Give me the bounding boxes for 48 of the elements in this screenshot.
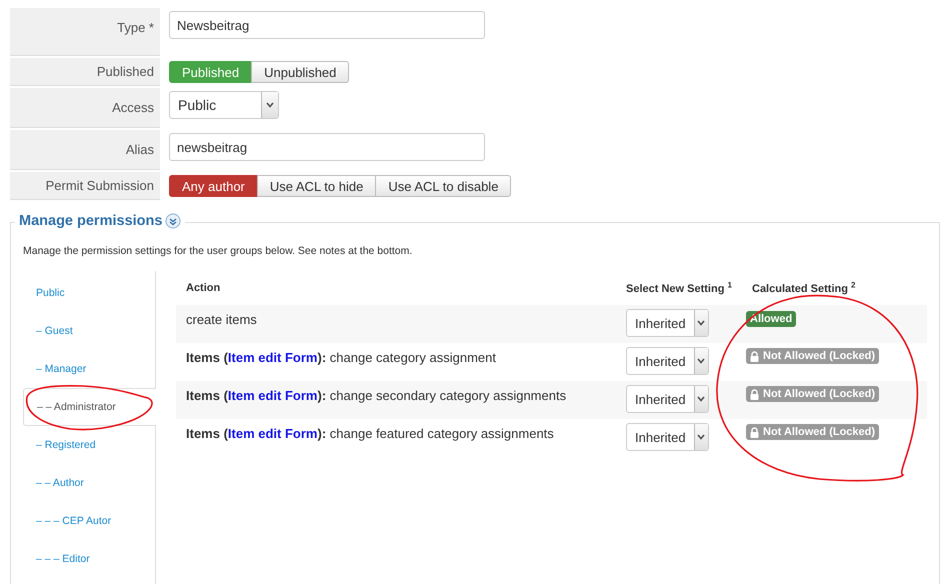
- field-label: Access: [10, 88, 160, 128]
- toggle-button[interactable]: Use ACL to hide: [256, 175, 376, 197]
- action-label: Items (Item edit Form): change secondary category assignments: [186, 388, 566, 403]
- column-header: Action: [186, 282, 220, 294]
- toggle-button[interactable]: Unpublished: [251, 61, 350, 83]
- group-tab[interactable]: Public: [23, 274, 155, 312]
- lock-icon: [750, 350, 759, 362]
- group-tab[interactable]: – Manager: [23, 350, 155, 388]
- toggle-button[interactable]: Any author: [169, 175, 258, 197]
- group-tab[interactable]: – Guest: [23, 312, 155, 350]
- chevron-down-icon: [697, 358, 706, 364]
- text-input[interactable]: Newsbeitrag: [169, 11, 485, 39]
- group-tab[interactable]: – – Author: [23, 464, 155, 502]
- lock-icon: [750, 426, 759, 438]
- form-link[interactable]: Item edit Form: [228, 388, 318, 403]
- action-label: Items (Item edit Form): change category assignment: [186, 350, 496, 365]
- setting-select[interactable]: Inherited: [626, 309, 709, 337]
- chevron-down-icon: [697, 396, 706, 402]
- field-label: Permit Submission: [10, 172, 160, 200]
- chevron-down-icon: [697, 320, 706, 326]
- text-input[interactable]: newsbeitrag: [169, 133, 485, 161]
- column-header: Calculated Setting $^{2}$: [752, 283, 856, 296]
- lock-icon: [750, 388, 759, 400]
- access-select[interactable]: Public: [169, 91, 279, 119]
- field-label: Published: [10, 58, 160, 86]
- column-header: Select New Setting $^{1}$: [626, 283, 732, 296]
- group-tab[interactable]: – – – Editor: [23, 540, 155, 578]
- group-tab[interactable]: – – – CEP Autor: [23, 502, 155, 540]
- group-tab[interactable]: – Registered: [23, 426, 155, 464]
- action-label: create items: [186, 312, 257, 327]
- action-label: Items (Item edit Form): change featured category assignments: [186, 426, 554, 441]
- chevron-down-icon: [266, 102, 274, 108]
- form-link[interactable]: Item edit Form: [228, 426, 318, 441]
- field-label: Type *: [10, 8, 160, 56]
- toggle-button[interactable]: Use ACL to disable: [375, 175, 512, 197]
- setting-select[interactable]: Inherited: [626, 423, 709, 451]
- status-badge: Not Allowed (Locked): [746, 348, 880, 364]
- description-text: Manage the permission settings for the user groups below. See notes at the bottom.: [23, 245, 414, 257]
- form-link[interactable]: Item edit Form: [228, 350, 318, 365]
- status-badge: Not Allowed (Locked): [746, 424, 880, 440]
- field-label: Alias: [10, 130, 160, 170]
- status-badge: Allowed: [746, 311, 796, 327]
- setting-select[interactable]: Inherited: [626, 347, 709, 375]
- collapse-icon[interactable]: [165, 213, 182, 229]
- chevron-down-icon: [697, 434, 706, 440]
- group-tab[interactable]: – – Administrator: [23, 388, 156, 426]
- setting-select[interactable]: Inherited: [626, 385, 709, 413]
- status-badge: Not Allowed (Locked): [746, 386, 880, 402]
